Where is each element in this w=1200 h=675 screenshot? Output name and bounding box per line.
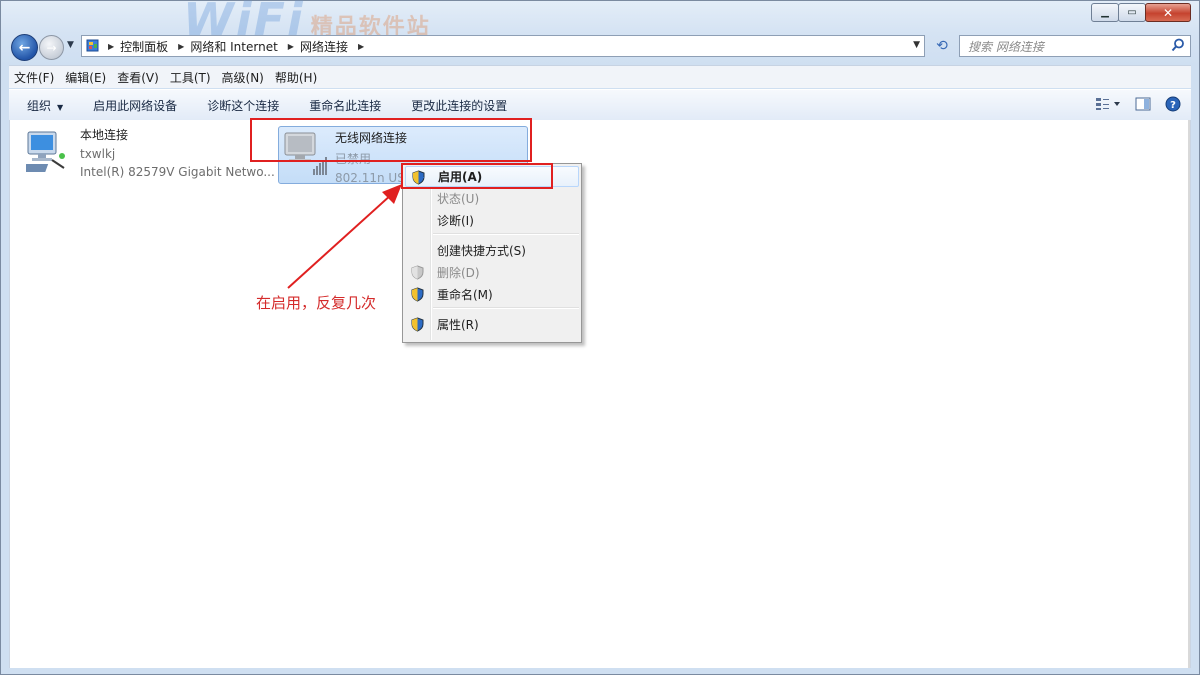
menu-separator: [433, 307, 579, 309]
chevron-down-icon: ▼: [67, 40, 74, 50]
change-settings-button[interactable]: 更改此连接的设置: [396, 97, 522, 114]
rename-button[interactable]: 重命名此连接: [294, 97, 396, 114]
address-dropdown-icon[interactable]: ▼: [913, 40, 920, 50]
close-icon: ✕: [1162, 5, 1174, 20]
menu-item-create-shortcut[interactable]: 创建快捷方式(S): [405, 240, 579, 261]
breadcrumb-network-connections[interactable]: 网络连接: [300, 38, 348, 55]
menu-item-label: 重命名(M): [437, 288, 493, 302]
help-icon: ?: [1165, 96, 1181, 112]
recent-pages-dropdown[interactable]: ▼: [67, 40, 74, 50]
view-controls: ?: [1081, 96, 1181, 115]
preview-pane-icon: [1135, 97, 1151, 111]
menu-separator: [433, 233, 579, 235]
explorer-window: WiFi 精品软件站 ▁ ▭ ✕ ← → ▼ ▶ 控制面板 ▶ 网络和 Inter…: [0, 0, 1200, 675]
forward-arrow-icon: →: [46, 40, 57, 55]
highlight-box-enable: [401, 163, 553, 189]
minimize-button[interactable]: ▁: [1091, 3, 1119, 22]
uac-shield-icon: [410, 265, 425, 283]
breadcrumb-separator-icon[interactable]: ▶: [288, 42, 294, 51]
menu-view[interactable]: 查看(V): [112, 69, 164, 86]
svg-text:?: ?: [1170, 100, 1176, 111]
refresh-icon: ⟲: [936, 38, 948, 54]
organize-button[interactable]: 组织 ▼: [9, 97, 78, 114]
enable-device-button[interactable]: 启用此网络设备: [78, 97, 192, 114]
close-button[interactable]: ✕: [1145, 3, 1191, 22]
scrollbar-edge: [1188, 120, 1190, 668]
navigation-bar: ← → ▼ ▶ 控制面板 ▶ 网络和 Internet ▶ 网络连接 ▶ ▼ ⟲: [9, 33, 1191, 61]
menu-bar: 文件(F) 编辑(E) 查看(V) 工具(T) 高级(N) 帮助(H): [9, 65, 1191, 88]
menu-item-delete[interactable]: 删除(D): [405, 262, 579, 283]
local-connection-item[interactable]: 本地连接 txwlkj Intel(R) 82579V Gigabit Netw…: [23, 126, 275, 179]
menu-item-properties[interactable]: 属性(R): [405, 314, 579, 335]
change-view-button[interactable]: [1095, 97, 1121, 114]
menu-item-diagnose[interactable]: 诊断(I): [405, 210, 579, 231]
back-arrow-icon: ←: [18, 39, 31, 56]
context-menu: 启用(A) 状态(U) 诊断(I) 创建快捷方式(S) 删除(D) 重命名(M)…: [402, 163, 582, 343]
menu-help[interactable]: 帮助(H): [270, 69, 322, 86]
chevron-down-icon: ▼: [57, 102, 64, 112]
highlight-box-wireless: [250, 118, 532, 162]
connection-device: Intel(R) 82579V Gigabit Netwo...: [80, 165, 275, 179]
search-input[interactable]: [966, 37, 1170, 57]
organize-label: 组织: [27, 98, 52, 113]
help-button[interactable]: ?: [1165, 96, 1181, 115]
connection-name: 本地连接: [80, 128, 129, 142]
menu-item-label: 创建快捷方式(S): [437, 244, 526, 258]
breadcrumb-separator-icon[interactable]: ▶: [108, 42, 114, 51]
ethernet-adapter-icon: [23, 131, 65, 172]
breadcrumb-separator-icon[interactable]: ▶: [358, 42, 364, 51]
back-button[interactable]: ←: [11, 34, 38, 61]
preview-pane-button[interactable]: [1135, 97, 1151, 114]
menu-item-label: 删除(D): [437, 266, 480, 280]
menu-item-label: 诊断(I): [437, 214, 474, 228]
minimize-icon: ▁: [1101, 7, 1109, 18]
annotation-arrow: [287, 184, 402, 289]
breadcrumb-network-internet[interactable]: 网络和 Internet: [190, 38, 277, 55]
menu-edit[interactable]: 编辑(E): [60, 69, 111, 86]
breadcrumb-separator-icon[interactable]: ▶: [178, 42, 184, 51]
maximize-icon: ▭: [1127, 7, 1137, 18]
menu-item-label: 属性(R): [437, 318, 479, 332]
menu-item-rename[interactable]: 重命名(M): [405, 284, 579, 305]
menu-tools[interactable]: 工具(T): [165, 69, 216, 86]
maximize-button[interactable]: ▭: [1118, 3, 1146, 22]
search-box[interactable]: [959, 35, 1191, 57]
control-panel-icon: [86, 38, 102, 54]
search-icon[interactable]: [1171, 38, 1185, 55]
local-connection-text: 本地连接 txwlkj Intel(R) 82579V Gigabit Netw…: [80, 126, 275, 179]
menu-item-status[interactable]: 状态(U): [405, 188, 579, 209]
menu-advanced[interactable]: 高级(N): [217, 69, 269, 86]
address-bar[interactable]: ▶ 控制面板 ▶ 网络和 Internet ▶ 网络连接 ▶ ▼: [81, 35, 925, 57]
connections-view: 本地连接 txwlkj Intel(R) 82579V Gigabit Netw…: [9, 118, 1191, 668]
forward-button[interactable]: →: [39, 35, 64, 60]
caption-buttons: ▁ ▭ ✕: [1091, 3, 1191, 22]
command-bar: 组织 ▼ 启用此网络设备 诊断这个连接 重命名此连接 更改此连接的设置 ?: [9, 89, 1191, 121]
uac-shield-icon: [410, 317, 425, 335]
uac-shield-icon: [410, 287, 425, 305]
menu-file[interactable]: 文件(F): [9, 69, 59, 86]
view-icon: [1096, 98, 1120, 110]
refresh-button[interactable]: ⟲: [931, 35, 953, 57]
connection-status: txwlkj: [80, 147, 116, 161]
diagnose-button[interactable]: 诊断这个连接: [192, 97, 294, 114]
annotation-text: 在启用，反复几次: [256, 294, 377, 312]
menu-item-label: 状态(U): [437, 192, 480, 206]
breadcrumb-control-panel[interactable]: 控制面板: [120, 38, 168, 55]
